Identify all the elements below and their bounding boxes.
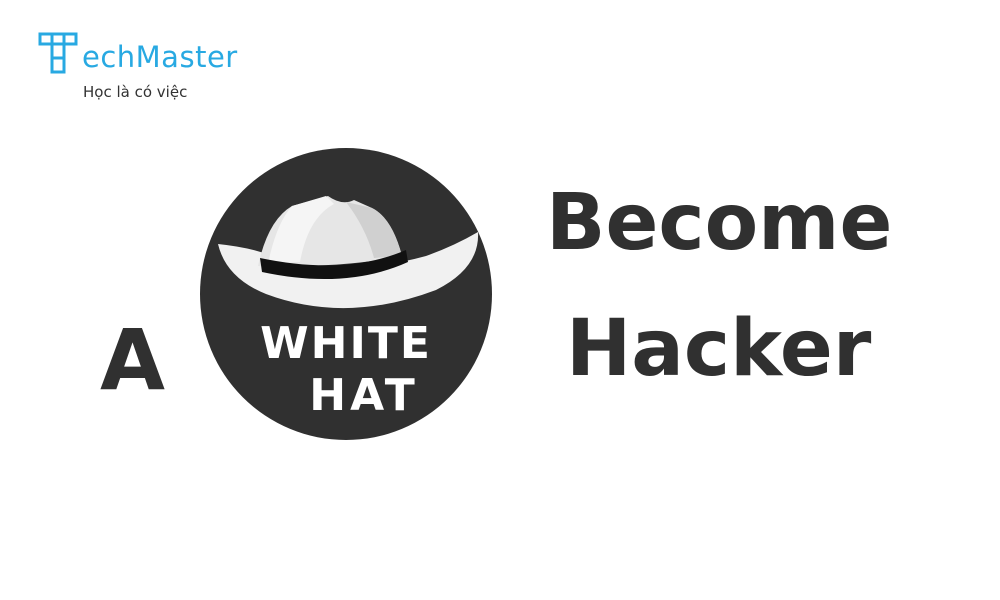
brand-tagline: Học là có việc <box>83 83 188 101</box>
emblem-line1: WHITE <box>260 318 432 369</box>
techmaster-logo: echMaster Học là có việc <box>36 28 276 108</box>
headline-word-become: Become <box>546 178 893 268</box>
white-hat-emblem: WHITE HAT <box>200 148 492 440</box>
emblem-line2: HAT <box>309 370 418 421</box>
headline-word-hacker: Hacker <box>566 304 872 394</box>
grid-t-icon <box>38 32 78 74</box>
headline-article: A <box>100 311 166 409</box>
brand-name: echMaster <box>82 40 238 74</box>
